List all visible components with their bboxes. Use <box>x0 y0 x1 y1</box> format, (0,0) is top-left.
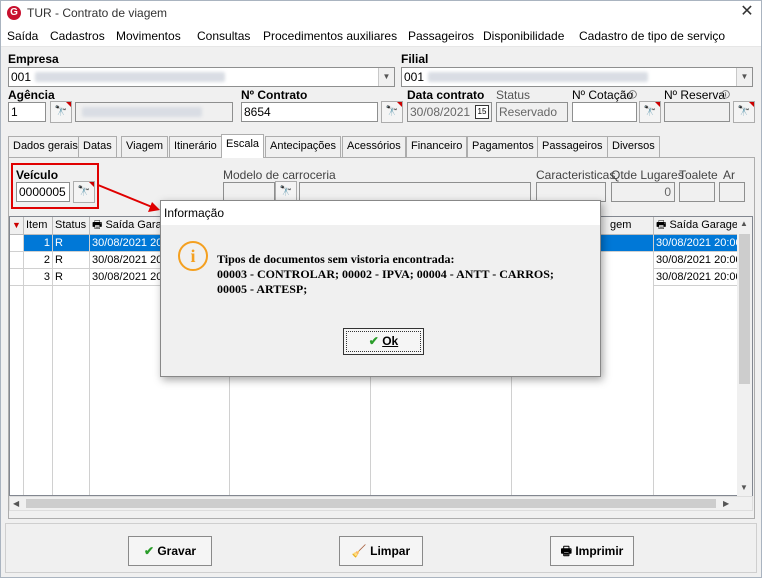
dialog-message-line2: 00003 - CONTROLAR; 00002 - IPVA; 00004 -… <box>217 267 554 281</box>
tab-escala[interactable]: Escala <box>221 134 265 158</box>
info-icon: i <box>178 241 208 271</box>
dialog-title: Informação <box>161 201 600 225</box>
dialog-message-line1: Tipos de documentos sem vistoria encontr… <box>217 252 455 266</box>
information-dialog: Informação i Tipos de documentos sem vis… <box>160 200 601 377</box>
dialog-message-line3: 00005 - ARTESP; <box>217 282 308 296</box>
ok-button[interactable]: ✔ Ok <box>343 328 424 355</box>
